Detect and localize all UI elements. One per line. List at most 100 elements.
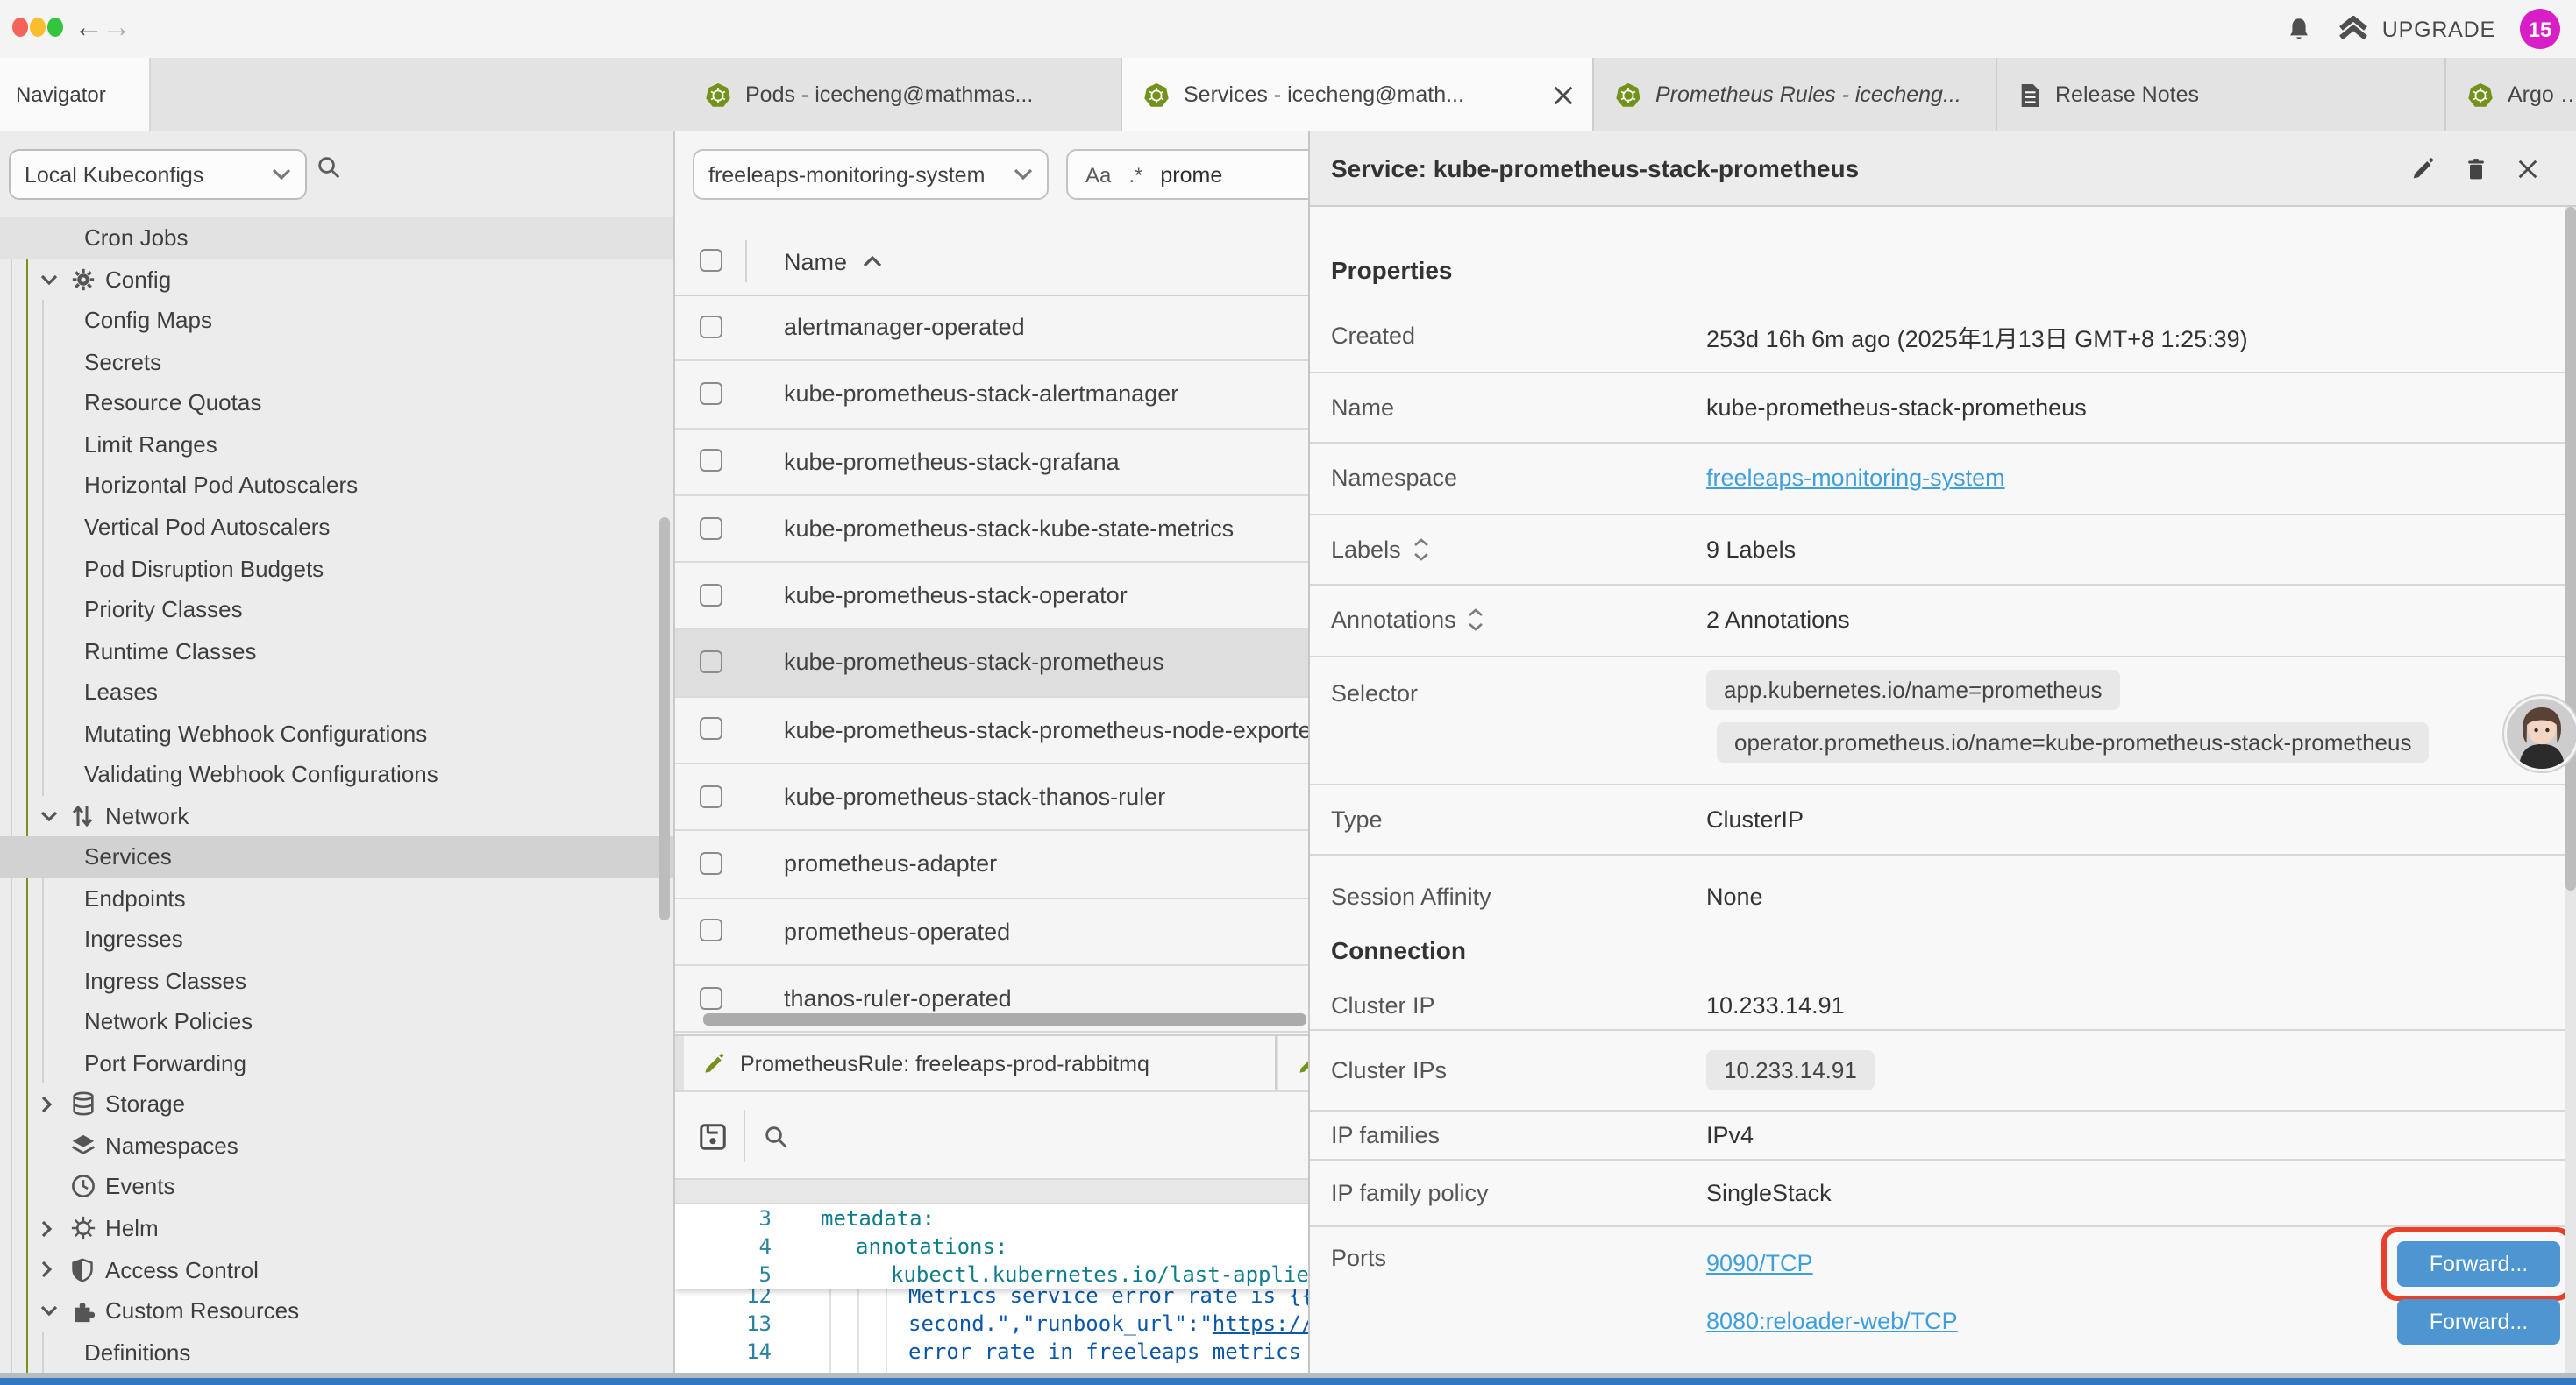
row-label: Created bbox=[1331, 323, 1415, 350]
row-checkbox[interactable] bbox=[700, 584, 722, 607]
upgrade-button[interactable]: UPGRADE bbox=[2338, 16, 2495, 42]
row-checkbox[interactable] bbox=[700, 920, 722, 942]
regex-toggle[interactable]: .* bbox=[1128, 162, 1142, 187]
row-checkbox[interactable] bbox=[700, 315, 722, 337]
sort-updown-icon[interactable] bbox=[1469, 609, 1484, 632]
chevron-down-icon[interactable] bbox=[40, 273, 58, 286]
sidebar-item-ingresses[interactable]: Ingresses bbox=[0, 919, 673, 960]
sidebar-item-horizontal-pod-autoscalers[interactable]: Horizontal Pod Autoscalers bbox=[0, 465, 673, 506]
sidebar-item-runtime-classes[interactable]: Runtime Classes bbox=[0, 630, 673, 671]
table-row-kube-prometheus-stack-operator[interactable]: kube-prometheus-stack-operator bbox=[675, 563, 1308, 630]
table-row-prometheus-adapter[interactable]: prometheus-adapter bbox=[675, 832, 1308, 899]
row-checkbox[interactable] bbox=[700, 718, 722, 741]
chevron-down-icon[interactable] bbox=[40, 1304, 58, 1317]
maximize-window-button[interactable] bbox=[47, 18, 63, 37]
kubeconfig-select[interactable]: Local Kubeconfigs bbox=[9, 149, 307, 200]
sidebar-item-vertical-pod-autoscalers[interactable]: Vertical Pod Autoscalers bbox=[0, 506, 673, 547]
navigator-tab[interactable]: Navigator bbox=[0, 58, 151, 131]
tab-pods-icecheng-mathmas[interactable]: Pods - icecheng@mathmas... bbox=[684, 58, 1122, 131]
table-row-kube-prometheus-stack-alertmanager[interactable]: kube-prometheus-stack-alertmanager bbox=[675, 362, 1308, 430]
sidebar-item-cron-jobs[interactable]: Cron Jobs bbox=[0, 217, 673, 259]
table-row-kube-prometheus-stack-prometheus-node-exporter[interactable]: kube-prometheus-stack-prometheus-node-ex… bbox=[675, 698, 1308, 765]
sidebar-item-services[interactable]: Services bbox=[0, 836, 673, 877]
yaml-editor[interactable]: 110","for":"1m","labels":{"service":"12M… bbox=[675, 1204, 1308, 1378]
row-checkbox[interactable] bbox=[700, 650, 722, 673]
select-all-checkbox[interactable] bbox=[700, 249, 722, 272]
sidebar-item-events[interactable]: Events bbox=[0, 1166, 673, 1207]
table-row-kube-prometheus-stack-thanos-ruler[interactable]: kube-prometheus-stack-thanos-ruler bbox=[675, 764, 1308, 832]
horizontal-scrollbar[interactable] bbox=[703, 1013, 1306, 1026]
sidebar-item-secrets[interactable]: Secrets bbox=[0, 341, 673, 382]
sidebar-item-mutating-webhook-configurations[interactable]: Mutating Webhook Configurations bbox=[0, 713, 673, 754]
sidebar-item-priority-classes[interactable]: Priority Classes bbox=[0, 589, 673, 630]
table-row-kube-prometheus-stack-grafana[interactable]: kube-prometheus-stack-grafana bbox=[675, 429, 1308, 496]
row-checkbox[interactable] bbox=[700, 785, 722, 807]
forward-arrow-icon[interactable]: → bbox=[102, 7, 132, 49]
row-checkbox[interactable] bbox=[700, 852, 722, 875]
sidebar-item-ingress-classes[interactable]: Ingress Classes bbox=[0, 960, 673, 1001]
avatar[interactable] bbox=[2502, 694, 2576, 773]
chevron-right-icon[interactable] bbox=[40, 1261, 53, 1278]
chevron-right-icon[interactable] bbox=[40, 1219, 53, 1237]
chevron-down-icon[interactable] bbox=[40, 809, 58, 821]
tab-services-icecheng-math[interactable]: Services - icecheng@math... bbox=[1122, 58, 1594, 131]
sidebar-item-config-maps[interactable]: Config Maps bbox=[0, 300, 673, 341]
column-header-name[interactable]: Name bbox=[784, 228, 882, 295]
sidebar-item-pod-disruption-budgets[interactable]: Pod Disruption Budgets bbox=[0, 548, 673, 589]
tab-release-notes[interactable]: Release Notes bbox=[1997, 58, 2446, 131]
editor-tab-partial[interactable] bbox=[1278, 1036, 1308, 1092]
minimize-window-button[interactable] bbox=[30, 18, 46, 37]
sidebar-item-namespaces[interactable]: Namespaces bbox=[0, 1125, 673, 1166]
row-checkbox[interactable] bbox=[700, 449, 722, 472]
close-panel-icon[interactable] bbox=[2516, 157, 2539, 180]
sidebar-item-network-policies[interactable]: Network Policies bbox=[0, 1001, 673, 1042]
forward-button[interactable]: Forward... bbox=[2397, 1298, 2560, 1344]
table-row-alertmanager-operated[interactable]: alertmanager-operated bbox=[675, 295, 1308, 362]
row-checkbox[interactable] bbox=[700, 986, 722, 1009]
match-case-toggle[interactable]: Aa bbox=[1085, 162, 1111, 187]
sidebar-item-port-forwarding[interactable]: Port Forwarding bbox=[0, 1042, 673, 1083]
tab-prometheus-rules-icecheng[interactable]: Prometheus Rules - icecheng... bbox=[1594, 58, 1997, 131]
save-button[interactable] bbox=[698, 1122, 728, 1152]
sidebar-item-leases[interactable]: Leases bbox=[0, 671, 673, 713]
bell-icon[interactable] bbox=[2286, 15, 2314, 43]
sidebar-search-button[interactable] bbox=[316, 154, 342, 181]
sidebar-item-config[interactable]: Config bbox=[0, 259, 673, 300]
sidebar-item-endpoints[interactable]: Endpoints bbox=[0, 877, 673, 919]
editor-search-button[interactable] bbox=[763, 1124, 789, 1150]
editor-tab-prometheusrule[interactable]: PrometheusRule: freeleaps-prod-rabbitmq bbox=[684, 1036, 1277, 1092]
sidebar-item-validating-webhook-configurations[interactable]: Validating Webhook Configurations bbox=[0, 754, 673, 795]
sidebar-item-custom-resources[interactable]: Custom Resources bbox=[0, 1290, 673, 1332]
table-row-kube-prometheus-stack-kube-state-metrics[interactable]: kube-prometheus-stack-kube-state-metrics bbox=[675, 496, 1308, 564]
table-row-kube-prometheus-stack-prometheus[interactable]: kube-prometheus-stack-prometheus bbox=[675, 630, 1308, 698]
close-window-button[interactable] bbox=[12, 18, 28, 37]
sidebar-scrollbar[interactable] bbox=[659, 517, 670, 920]
table-row-prometheus-operated[interactable]: prometheus-operated bbox=[675, 898, 1308, 966]
sidebar-item-helm[interactable]: Helm bbox=[0, 1208, 673, 1249]
row-checkbox[interactable] bbox=[700, 382, 722, 405]
back-arrow-icon[interactable]: ← bbox=[74, 7, 103, 49]
port-link[interactable]: 9090/TCP bbox=[1706, 1250, 1813, 1276]
sidebar-item-storage[interactable]: Storage bbox=[0, 1083, 673, 1125]
delete-trash-icon[interactable] bbox=[2464, 155, 2488, 181]
namespace-link[interactable]: freeleaps-monitoring-system bbox=[1706, 465, 2005, 492]
chevron-right-icon[interactable] bbox=[40, 1096, 53, 1113]
sidebar-item-resource-quotas[interactable]: Resource Quotas bbox=[0, 382, 673, 423]
panel-scrollbar[interactable] bbox=[2565, 207, 2576, 891]
sidebar-item-limit-ranges[interactable]: Limit Ranges bbox=[0, 423, 673, 465]
close-tab-icon[interactable] bbox=[1552, 83, 1575, 106]
port-link[interactable]: 8080:reloader-web/TCP bbox=[1706, 1308, 1958, 1334]
namespace-select[interactable]: freeleaps-monitoring-system bbox=[693, 149, 1049, 200]
edit-pencil-icon[interactable] bbox=[2409, 155, 2436, 181]
service-search-input[interactable]: Aa .* prome bbox=[1066, 149, 1308, 200]
sidebar-item-network[interactable]: Network bbox=[0, 795, 673, 836]
editor-toolbar bbox=[675, 1090, 1308, 1180]
sidebar-item-access-control[interactable]: Access Control bbox=[0, 1249, 673, 1290]
row-checkbox[interactable] bbox=[700, 516, 722, 539]
sidebar-item-definitions[interactable]: Definitions bbox=[0, 1332, 673, 1373]
tab-argo-se[interactable]: Argo Se bbox=[2446, 58, 2576, 131]
notification-badge[interactable]: 15 bbox=[2520, 9, 2560, 49]
sort-updown-icon[interactable] bbox=[1413, 538, 1429, 561]
k8s-icon bbox=[705, 82, 731, 108]
forward-button[interactable]: Forward... bbox=[2397, 1240, 2560, 1286]
